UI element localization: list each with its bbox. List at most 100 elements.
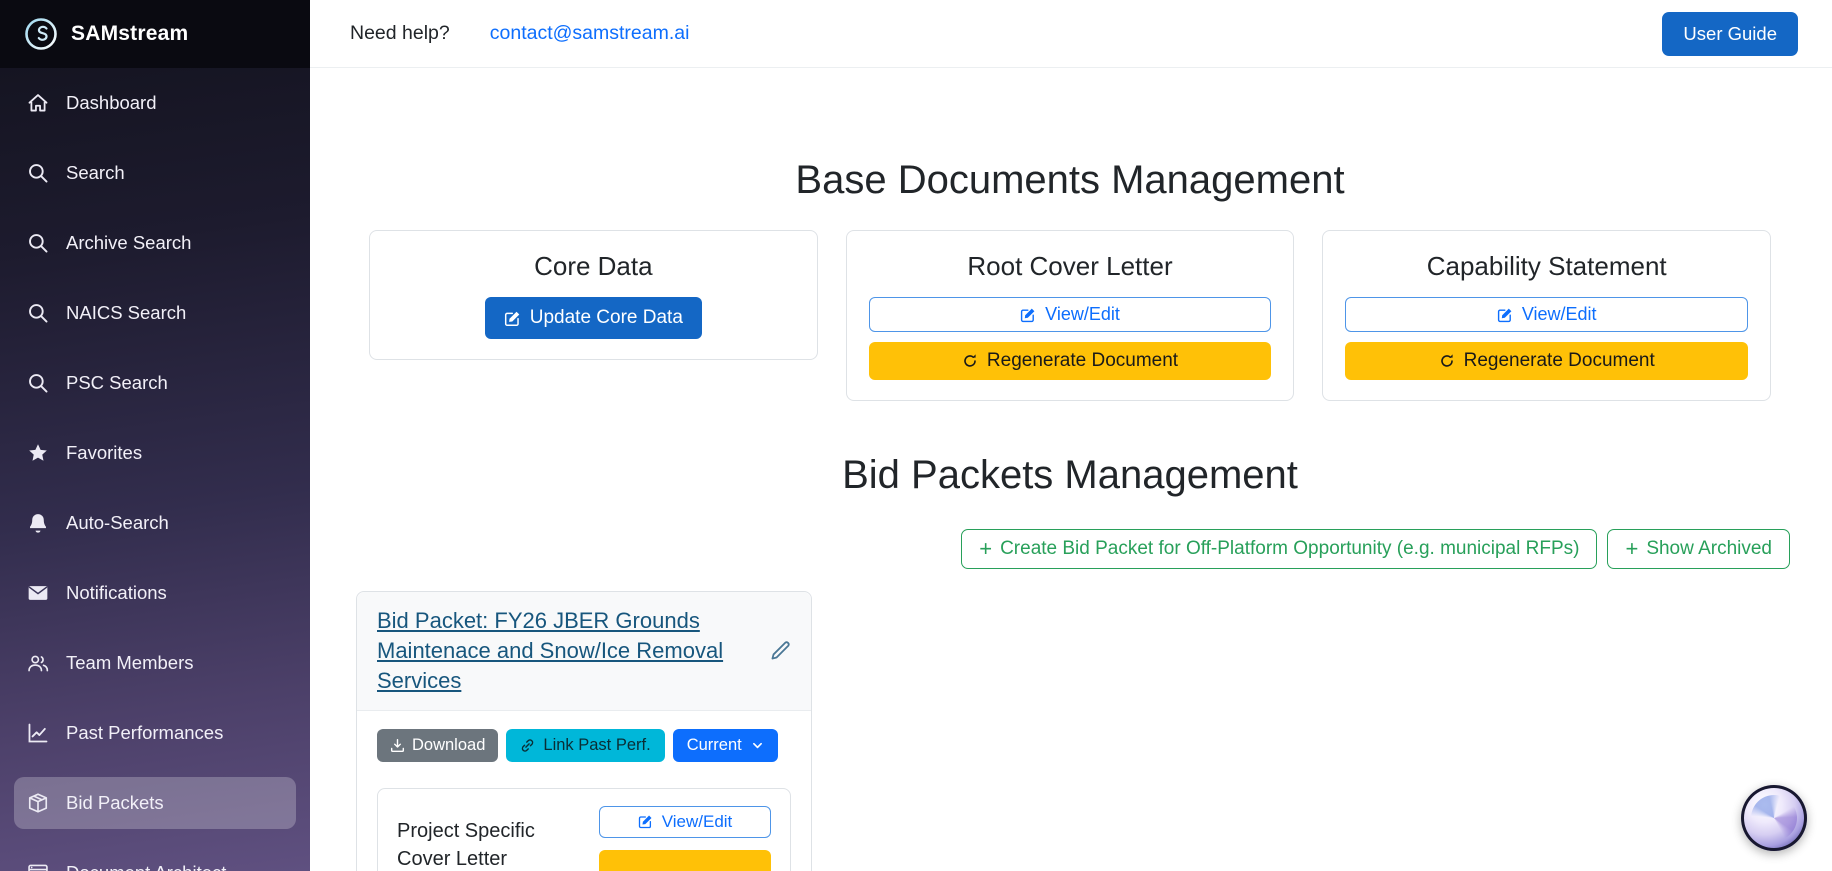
base-documents-cards: Core Data Update Core Data Root Cover Le… (350, 230, 1790, 401)
sidebar-item-label: Dashboard (66, 92, 157, 114)
user-guide-button[interactable]: User Guide (1662, 12, 1798, 56)
content-container: Base Documents Management Core Data Upda… (350, 156, 1790, 871)
sidebar-item-naics-search[interactable]: NAICS Search (0, 278, 310, 348)
pencil-square-icon (1497, 307, 1513, 323)
sidebar-item-dashboard[interactable]: Dashboard (0, 68, 310, 138)
sidebar-item-label: Favorites (66, 442, 142, 464)
sidebar-item-auto-search[interactable]: Auto-Search (0, 488, 310, 558)
bid-packet-card: Bid Packet: FY26 JBER Grounds Maintenace… (356, 591, 812, 871)
root-cover-letter-view-edit-button[interactable]: View/Edit (869, 297, 1272, 332)
assistant-widget[interactable] (1741, 785, 1807, 851)
contact-email-link[interactable]: contact@samstream.ai (490, 22, 690, 45)
brand-name: SAMstream (71, 22, 188, 46)
edit-title-pencil-icon[interactable] (769, 640, 791, 662)
bell-icon (27, 512, 49, 534)
main-content: Base Documents Management Core Data Upda… (310, 68, 1832, 871)
bid-packet-link[interactable]: Bid Packet: FY26 JBER Grounds Maintenace… (377, 606, 757, 696)
base-documents-title: Base Documents Management (350, 156, 1790, 204)
refresh-icon (962, 353, 978, 369)
search-icon (27, 232, 49, 254)
sidebar-item-label: Team Members (66, 652, 193, 674)
people-icon (27, 652, 49, 674)
sidebar-item-document-architect[interactable]: Document Architect (0, 838, 310, 871)
link-past-perf-button[interactable]: Link Past Perf. (506, 729, 664, 762)
root-cover-letter-card: Root Cover Letter View/Edit Regenerate D… (846, 230, 1295, 401)
pencil-square-icon (504, 310, 521, 327)
project-cover-letter-view-edit-button[interactable]: View/Edit (599, 806, 771, 838)
project-cover-letter-label: Project Specific Cover Letter (397, 806, 587, 871)
core-data-card: Core Data Update Core Data (369, 230, 818, 360)
view-edit-label: View/Edit (1045, 304, 1120, 325)
need-help-text: Need help? (350, 22, 450, 45)
bid-packet-action-buttons: Download Link Past Perf. Current (377, 729, 791, 762)
download-label: Download (412, 736, 485, 755)
plus-icon: + (979, 538, 992, 560)
chart-icon (27, 722, 49, 744)
sidebar-item-notifications[interactable]: Notifications (0, 558, 310, 628)
brand[interactable]: SAMstream (0, 0, 310, 68)
topbar: Need help? contact@samstream.ai User Gui… (310, 0, 1832, 68)
project-cover-letter-row: Project Specific Cover Letter View/Edit (377, 788, 791, 871)
box-icon (27, 792, 49, 814)
sidebar-item-psc-search[interactable]: PSC Search (0, 348, 310, 418)
capability-statement-card: Capability Statement View/Edit Regenerat… (1322, 230, 1771, 401)
window-icon (27, 862, 49, 871)
view-edit-label: View/Edit (1522, 304, 1597, 325)
sidebar-item-archive-search[interactable]: Archive Search (0, 208, 310, 278)
project-cover-letter-regenerate-button[interactable] (599, 850, 771, 871)
regenerate-label: Regenerate Document (1464, 350, 1655, 372)
sidebar-item-favorites[interactable]: Favorites (0, 418, 310, 488)
bid-packet-body: Download Link Past Perf. Current (357, 711, 811, 871)
sidebar-item-label: Past Performances (66, 722, 223, 744)
sidebar-item-label: Auto-Search (66, 512, 169, 534)
create-bid-packet-button[interactable]: + Create Bid Packet for Off-Platform Opp… (961, 529, 1597, 569)
refresh-icon (1439, 353, 1455, 369)
sidebar: SAMstream Dashboard Search Archive Search N… (0, 0, 310, 871)
root-cover-letter-title: Root Cover Letter (869, 251, 1272, 282)
sidebar-item-label: NAICS Search (66, 302, 186, 324)
sidebar-item-label: Archive Search (66, 232, 191, 254)
home-icon (27, 92, 49, 114)
search-icon (27, 162, 49, 184)
caret-down-icon (751, 739, 764, 752)
sidebar-menu: Dashboard Search Archive Search NAICS Searc… (0, 68, 310, 871)
create-bid-packet-label: Create Bid Packet for Off-Platform Oppor… (1000, 538, 1579, 560)
link-past-perf-label: Link Past Perf. (543, 736, 650, 755)
sidebar-item-search[interactable]: Search (0, 138, 310, 208)
sidebar-item-label: Search (66, 162, 125, 184)
capability-statement-title: Capability Statement (1345, 251, 1748, 282)
sidebar-item-label: Document Architect (66, 862, 226, 871)
bid-packet-header: Bid Packet: FY26 JBER Grounds Maintenace… (357, 592, 811, 711)
core-data-card-title: Core Data (392, 251, 795, 282)
update-core-data-label: Update Core Data (530, 307, 683, 329)
capability-statement-regenerate-button[interactable]: Regenerate Document (1345, 342, 1748, 380)
capability-statement-view-edit-button[interactable]: View/Edit (1345, 297, 1748, 332)
view-edit-label: View/Edit (662, 812, 733, 832)
sidebar-item-team-members[interactable]: Team Members (0, 628, 310, 698)
plus-icon: + (1625, 538, 1638, 560)
star-icon (27, 442, 49, 464)
envelope-icon (27, 582, 49, 604)
pencil-square-icon (638, 814, 653, 829)
root-cover-letter-regenerate-button[interactable]: Regenerate Document (869, 342, 1272, 380)
sidebar-item-bid-packets[interactable]: Bid Packets (0, 768, 310, 838)
show-archived-label: Show Archived (1646, 538, 1772, 560)
bid-packets-actions: + Create Bid Packet for Off-Platform Opp… (350, 529, 1790, 569)
sidebar-item-label: Bid Packets (66, 792, 164, 814)
project-cover-letter-buttons: View/Edit (599, 806, 771, 871)
search-icon (27, 372, 49, 394)
sidebar-item-past-performances[interactable]: Past Performances (0, 698, 310, 768)
sidebar-item-label: Notifications (66, 582, 167, 604)
download-button[interactable]: Download (377, 729, 498, 762)
download-icon (390, 738, 405, 753)
pencil-square-icon (1020, 307, 1036, 323)
regenerate-label: Regenerate Document (987, 350, 1178, 372)
update-core-data-button[interactable]: Update Core Data (485, 297, 702, 339)
bid-packets-title: Bid Packets Management (350, 451, 1790, 499)
search-icon (27, 302, 49, 324)
status-label: Current (687, 736, 742, 755)
status-dropdown[interactable]: Current (673, 729, 778, 762)
samstream-logo-icon (24, 17, 58, 51)
sidebar-item-label: PSC Search (66, 372, 168, 394)
show-archived-button[interactable]: + Show Archived (1607, 529, 1790, 569)
